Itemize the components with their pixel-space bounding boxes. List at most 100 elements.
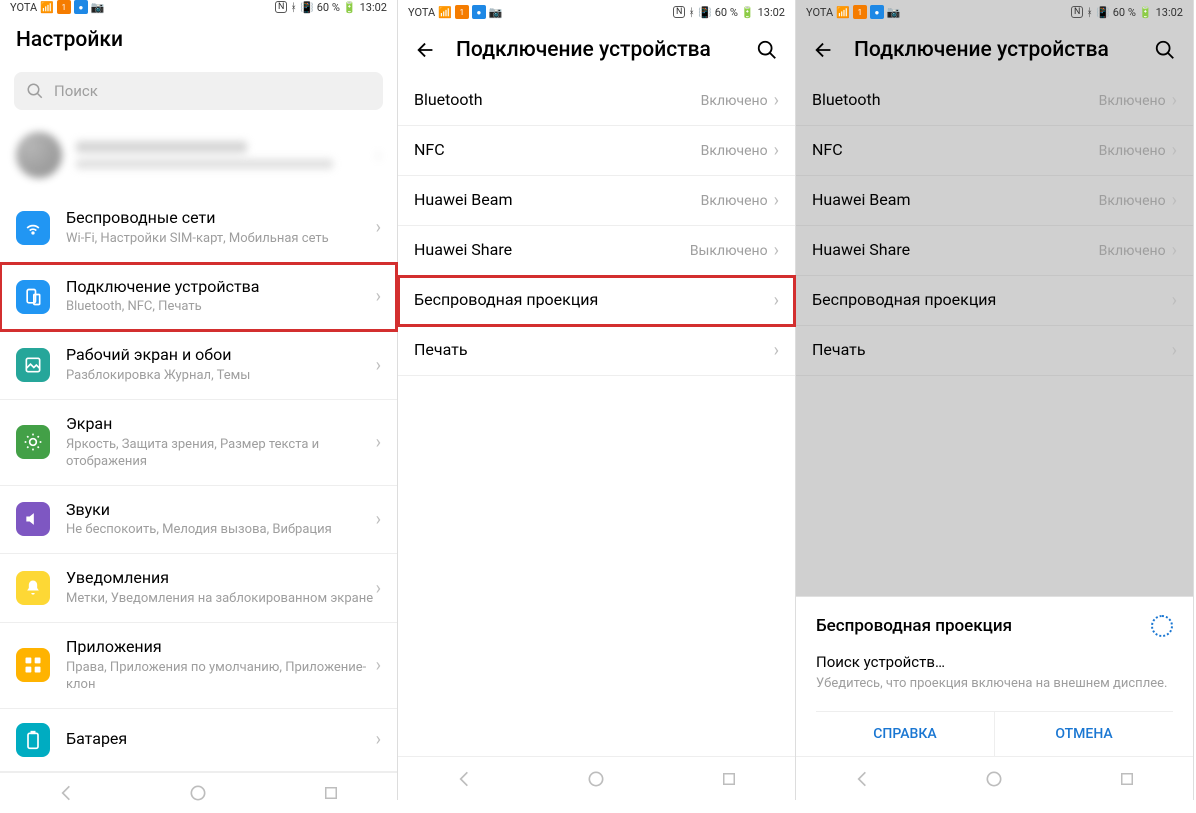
nfc-icon: N (275, 1, 287, 13)
chevron-right-icon: › (1172, 90, 1177, 111)
dialog-cancel-button[interactable]: ОТМЕНА (995, 712, 1173, 756)
chevron-right-icon: › (376, 578, 381, 599)
sound-icon (16, 502, 50, 536)
battery-icon (16, 723, 50, 757)
nav-recent-button[interactable] (709, 759, 749, 799)
carrier-label: YOTA (408, 6, 435, 19)
profile-row[interactable]: › (0, 116, 397, 194)
chevron-right-icon: › (376, 217, 381, 238)
item-huawei-beam[interactable]: Huawei Beam Включено › (796, 176, 1193, 226)
status-blue-icon: ● (472, 5, 486, 19)
item-print[interactable]: Печать › (796, 326, 1193, 376)
chevron-right-icon: › (774, 190, 779, 211)
page-title: Подключение устройства (456, 38, 737, 62)
dialog-searching: Поиск устройств… (816, 653, 1173, 671)
chevron-right-icon: › (774, 240, 779, 261)
bluetooth-icon: ᚼ (688, 6, 695, 19)
item-wireless-projection[interactable]: Беспроводная проекция › (398, 276, 795, 326)
dialog-help-button[interactable]: СПРАВКА (816, 712, 995, 756)
nav-bar (0, 772, 397, 813)
camera-icon: 📷 (887, 6, 901, 19)
chevron-right-icon: › (774, 290, 779, 311)
display-icon (16, 425, 50, 459)
camera-icon: 📷 (91, 1, 105, 14)
chevron-right-icon: › (774, 340, 779, 361)
search-icon (26, 82, 44, 100)
item-bluetooth[interactable]: Bluetooth Включено › (398, 76, 795, 126)
status-blue-icon: ● (870, 5, 884, 19)
status-orange-icon: 1 (57, 0, 71, 14)
vibrate-icon: 📳 (1096, 6, 1110, 19)
connection-list: Bluetooth Включено › NFC Включено › Huaw… (796, 76, 1193, 376)
battery-percent: 60 % (715, 6, 738, 19)
item-notifications[interactable]: Уведомления Метки, Уведомления на заблок… (0, 554, 397, 623)
profile-text (76, 141, 362, 169)
item-huawei-beam[interactable]: Huawei Beam Включено › (398, 176, 795, 226)
chevron-right-icon: › (1172, 240, 1177, 261)
chevron-right-icon: › (774, 90, 779, 111)
page-title: Настройки (16, 28, 381, 52)
signal-icon: 📶 (438, 6, 452, 19)
vibrate-icon: 📳 (300, 1, 314, 14)
search-button[interactable] (755, 38, 779, 62)
nav-home-button[interactable] (576, 759, 616, 799)
item-wireless-projection[interactable]: Беспроводная проекция › (796, 276, 1193, 326)
item-sounds[interactable]: Звуки Не беспокоить, Мелодия вызова, Виб… (0, 486, 397, 555)
chevron-right-icon: › (774, 140, 779, 161)
nav-back-button[interactable] (444, 759, 484, 799)
dialog-title: Беспроводная проекция (816, 616, 1012, 636)
status-blue-icon: ● (74, 0, 88, 14)
nfc-icon: N (673, 6, 685, 18)
battery-icon: 🔋 (1139, 6, 1153, 19)
chevron-right-icon: › (376, 286, 381, 307)
item-huawei-share[interactable]: Huawei Share Выключено › (398, 226, 795, 276)
signal-icon: 📶 (40, 1, 54, 14)
search-button[interactable] (1153, 38, 1177, 62)
wifi-icon (16, 211, 50, 245)
chevron-right-icon: › (376, 145, 381, 166)
chevron-right-icon: › (1172, 190, 1177, 211)
device-icon (16, 280, 50, 314)
item-wireless[interactable]: Беспроводные сети Wi-Fi, Настройки SIM-к… (0, 194, 397, 263)
chevron-right-icon: › (1172, 290, 1177, 311)
status-bar: YOTA 📶 1 ● 📷 N ᚼ 📳 60 % 🔋 13:02 (0, 0, 397, 14)
nav-recent-button[interactable] (311, 773, 351, 813)
bell-icon (16, 571, 50, 605)
nav-recent-button[interactable] (1107, 759, 1147, 799)
nav-back-button[interactable] (46, 773, 86, 813)
clock-label: 13:02 (758, 6, 785, 19)
nfc-icon: N (1071, 6, 1083, 18)
back-button[interactable] (414, 38, 438, 62)
item-nfc[interactable]: NFC Включено › (796, 126, 1193, 176)
nav-back-button[interactable] (842, 759, 882, 799)
nav-home-button[interactable] (974, 759, 1014, 799)
back-button[interactable] (812, 38, 836, 62)
clock-label: 13:02 (360, 1, 387, 14)
phone-screen-3: YOTA 📶 1 ● 📷 N ᚼ 📳 60 % 🔋 13:02 Подключе… (796, 0, 1194, 800)
header: Подключение устройства (796, 24, 1193, 76)
bluetooth-icon: ᚼ (290, 1, 297, 14)
bluetooth-icon: ᚼ (1086, 6, 1093, 19)
phone-screen-1: YOTA 📶 1 ● 📷 N ᚼ 📳 60 % 🔋 13:02 Настройк… (0, 0, 398, 800)
nav-bar (796, 756, 1193, 800)
phone-screen-2: YOTA 📶 1 ● 📷 N ᚼ 📳 60 % 🔋 13:02 Подключе… (398, 0, 796, 800)
projection-dialog: Беспроводная проекция Поиск устройств… У… (796, 596, 1193, 756)
item-apps[interactable]: Приложения Права, Приложения по умолчани… (0, 623, 397, 709)
battery-percent: 60 % (1113, 6, 1136, 19)
chevron-right-icon: › (376, 432, 381, 453)
item-battery[interactable]: Батарея › (0, 709, 397, 772)
item-home-wallpaper[interactable]: Рабочий экран и обои Разблокировка Журна… (0, 331, 397, 400)
item-nfc[interactable]: NFC Включено › (398, 126, 795, 176)
nav-home-button[interactable] (178, 773, 218, 813)
item-device-connection[interactable]: Подключение устройства Bluetooth, NFC, П… (0, 263, 397, 332)
search-placeholder: Поиск (54, 82, 98, 100)
item-display[interactable]: Экран Яркость, Защита зрения, Размер тек… (0, 400, 397, 486)
chevron-right-icon: › (376, 655, 381, 676)
item-bluetooth[interactable]: Bluetooth Включено › (796, 76, 1193, 126)
camera-icon: 📷 (489, 6, 503, 19)
status-bar: YOTA 📶 1 ● 📷 N ᚼ 📳 60 % 🔋 13:02 (796, 0, 1193, 24)
item-huawei-share[interactable]: Huawei Share Включено › (796, 226, 1193, 276)
connection-list: Bluetooth Включено › NFC Включено › Huaw… (398, 76, 795, 376)
item-print[interactable]: Печать › (398, 326, 795, 376)
search-input[interactable]: Поиск (14, 72, 383, 110)
